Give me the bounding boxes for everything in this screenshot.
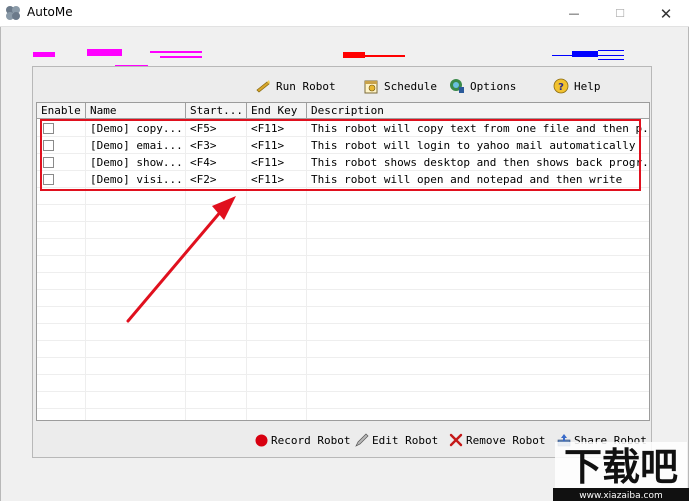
- run-robot-icon: [256, 80, 270, 93]
- watermark-logo: 下载吧 www.xiazaiba.com: [553, 440, 689, 501]
- pencil-icon: [355, 433, 369, 447]
- table-header: Enable Name Start... End Key Description: [37, 103, 649, 119]
- edit-robot-button[interactable]: Edit Robot: [355, 432, 438, 448]
- svg-text:下载吧: 下载吧: [564, 445, 678, 489]
- minimize-icon: —: [568, 7, 580, 20]
- schedule-label: Schedule: [384, 79, 437, 93]
- svg-text:?: ?: [558, 82, 564, 93]
- svg-text:www.xiazaiba.com: www.xiazaiba.com: [579, 491, 663, 501]
- run-robot-label: Run Robot: [276, 79, 336, 93]
- remove-robot-button[interactable]: Remove Robot: [449, 432, 545, 448]
- help-icon: ?: [553, 78, 569, 94]
- options-button[interactable]: Options: [449, 77, 516, 95]
- column-enable[interactable]: Enable: [37, 103, 86, 119]
- record-robot-button[interactable]: Record Robot: [255, 432, 350, 448]
- schedule-button[interactable]: Schedule: [363, 77, 437, 95]
- maximize-icon: ☐: [615, 7, 625, 20]
- close-button[interactable]: ✕: [643, 0, 689, 27]
- column-end-key[interactable]: End Key: [247, 103, 307, 119]
- remove-robot-label: Remove Robot: [466, 433, 546, 447]
- edit-robot-label: Edit Robot: [372, 433, 439, 447]
- help-button[interactable]: ? Help: [553, 77, 601, 95]
- window-title: AutoMe: [27, 5, 73, 19]
- options-icon: [450, 79, 464, 93]
- help-label: Help: [574, 79, 601, 93]
- column-start[interactable]: Start...: [186, 103, 247, 119]
- run-robot-button[interactable]: Run Robot: [255, 77, 336, 95]
- column-description[interactable]: Description: [307, 103, 649, 119]
- options-label: Options: [470, 79, 517, 93]
- highlight-box: [40, 119, 641, 191]
- app-icon: [6, 6, 20, 20]
- column-name[interactable]: Name: [86, 103, 186, 119]
- minimize-button[interactable]: —: [551, 0, 597, 27]
- maximize-button[interactable]: ☐: [597, 0, 643, 27]
- record-icon: [255, 434, 268, 446]
- title-bar: AutoMe — ☐ ✕: [0, 0, 689, 27]
- close-icon: ✕: [659, 4, 673, 23]
- schedule-icon: [364, 80, 378, 94]
- record-robot-label: Record Robot: [271, 433, 351, 447]
- remove-x-icon: [449, 433, 463, 447]
